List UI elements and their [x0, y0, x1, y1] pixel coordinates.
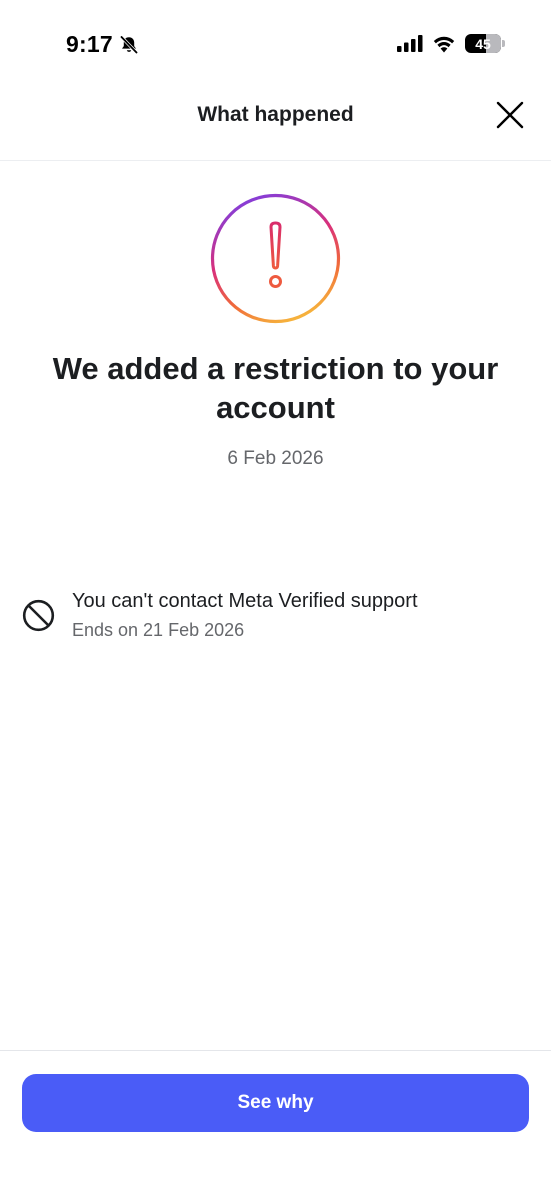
battery-body: 45 [465, 34, 501, 53]
page-title: What happened [197, 103, 354, 126]
block-icon [22, 599, 55, 632]
restriction-end-date: Ends on 21 Feb 2026 [72, 620, 245, 640]
battery-level: 45 [475, 35, 491, 52]
restriction-item: You can't contact Meta Verified support … [22, 590, 522, 650]
status-icons: 45 [397, 34, 505, 53]
wifi-icon [433, 36, 455, 52]
alert-icon [210, 193, 341, 324]
restriction-text: You can't contact Meta Verified support [72, 590, 418, 612]
status-time: 9:17 [66, 31, 113, 57]
time-group: 9:17 [66, 31, 139, 58]
see-why-button[interactable]: See why [22, 1074, 529, 1132]
screen: 9:17 45 What happened We added a restric… [0, 0, 551, 1200]
close-icon [496, 101, 524, 129]
footer: See why [0, 1050, 551, 1200]
header: What happened [0, 90, 551, 161]
close-button[interactable] [493, 98, 527, 132]
headline: We added a restriction to your account [52, 351, 499, 425]
restriction-date: 6 Feb 2026 [227, 448, 324, 469]
signal-icon [397, 35, 423, 52]
battery-icon: 45 [465, 34, 505, 53]
bell-muted-icon [120, 35, 138, 54]
status-bar: 9:17 45 [0, 0, 551, 90]
